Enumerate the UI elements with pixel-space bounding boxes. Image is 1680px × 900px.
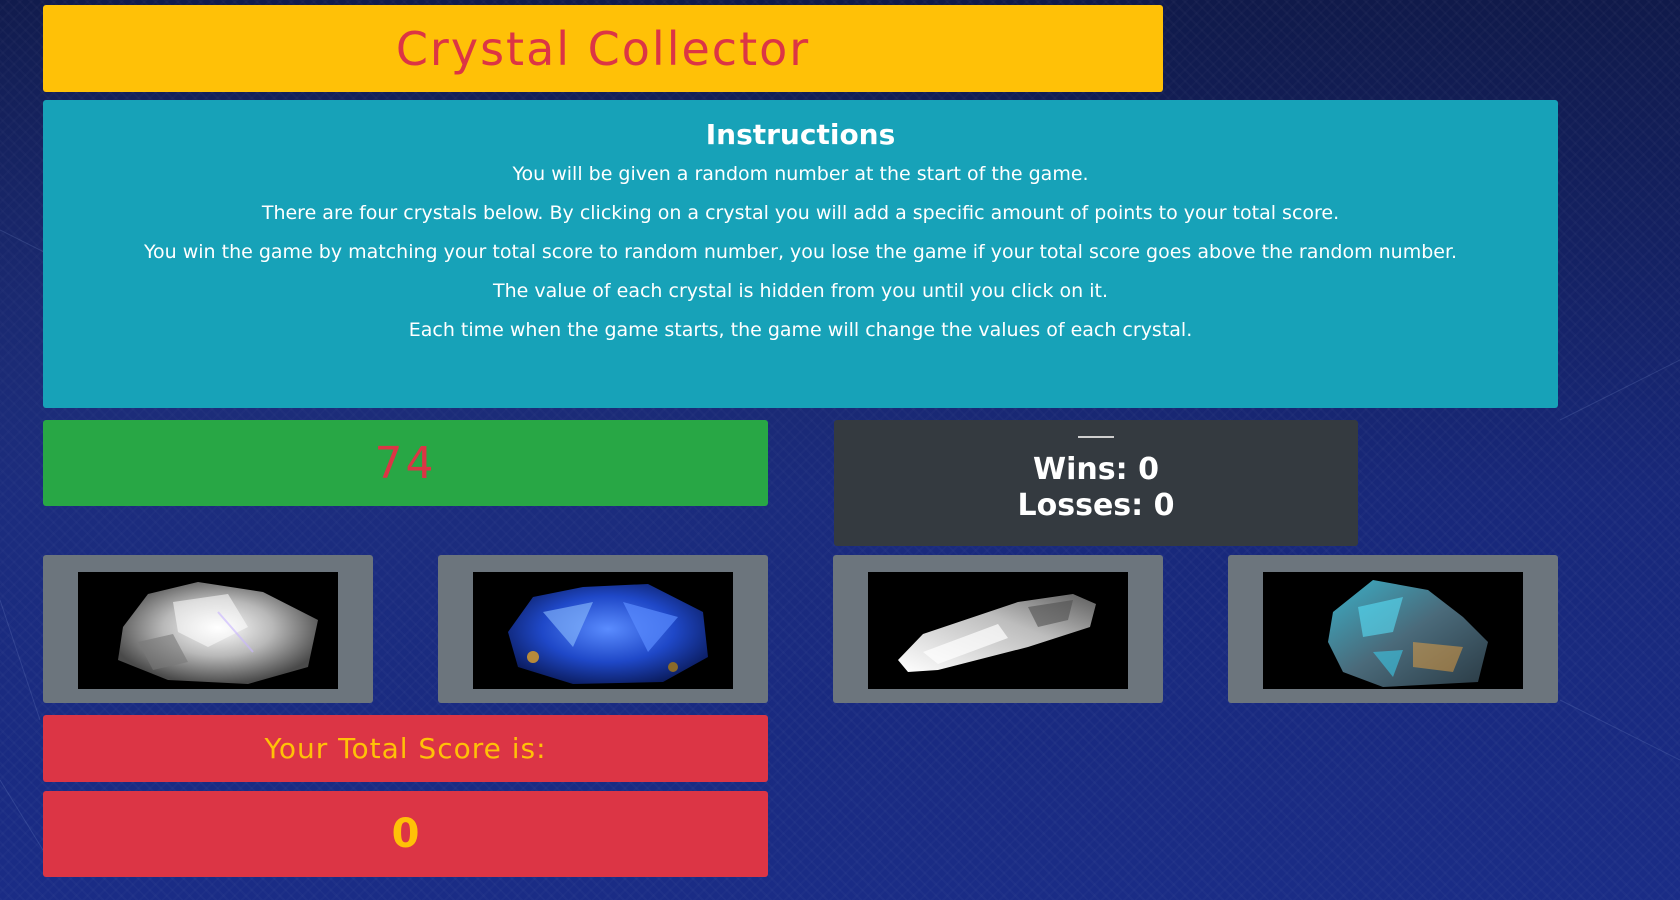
crystal-button-3[interactable] <box>833 555 1163 703</box>
instruction-line: You win the game by matching your total … <box>143 241 1458 263</box>
labradorite-crystal-icon[interactable] <box>1263 572 1523 689</box>
win-loss-panel: Wins: 0 Losses: 0 <box>834 420 1358 546</box>
divider <box>1078 436 1114 438</box>
total-score-box: 0 <box>43 791 768 877</box>
crystal-button-2[interactable] <box>438 555 768 703</box>
instructions-heading: Instructions <box>705 118 896 151</box>
total-score: 0 <box>391 811 420 857</box>
instruction-line: The value of each crystal is hidden from… <box>492 280 1109 302</box>
instruction-line: Each time when the game starts, the game… <box>408 319 1193 341</box>
instruction-line: You will be given a random number at the… <box>512 163 1089 185</box>
losses-count: Losses: 0 <box>1017 488 1175 523</box>
crystal-button-1[interactable] <box>43 555 373 703</box>
random-number-box: 74 <box>43 420 768 506</box>
random-number: 74 <box>374 437 437 489</box>
instruction-line: There are four crystals below. By clicki… <box>261 202 1340 224</box>
game-title: Crystal Collector <box>395 21 811 76</box>
crystal-button-4[interactable] <box>1228 555 1558 703</box>
score-label-box: Your Total Score is: <box>43 715 768 782</box>
title-banner: Crystal Collector <box>43 5 1163 92</box>
instructions-panel: Instructions You will be given a random … <box>43 100 1558 408</box>
blue-azurite-crystal-icon[interactable] <box>473 572 733 689</box>
score-label: Your Total Score is: <box>264 732 547 765</box>
wins-count: Wins: 0 <box>1033 452 1159 487</box>
clear-quartz-point-crystal-icon[interactable] <box>868 572 1128 689</box>
clear-quartz-crystal-icon[interactable] <box>78 572 338 689</box>
